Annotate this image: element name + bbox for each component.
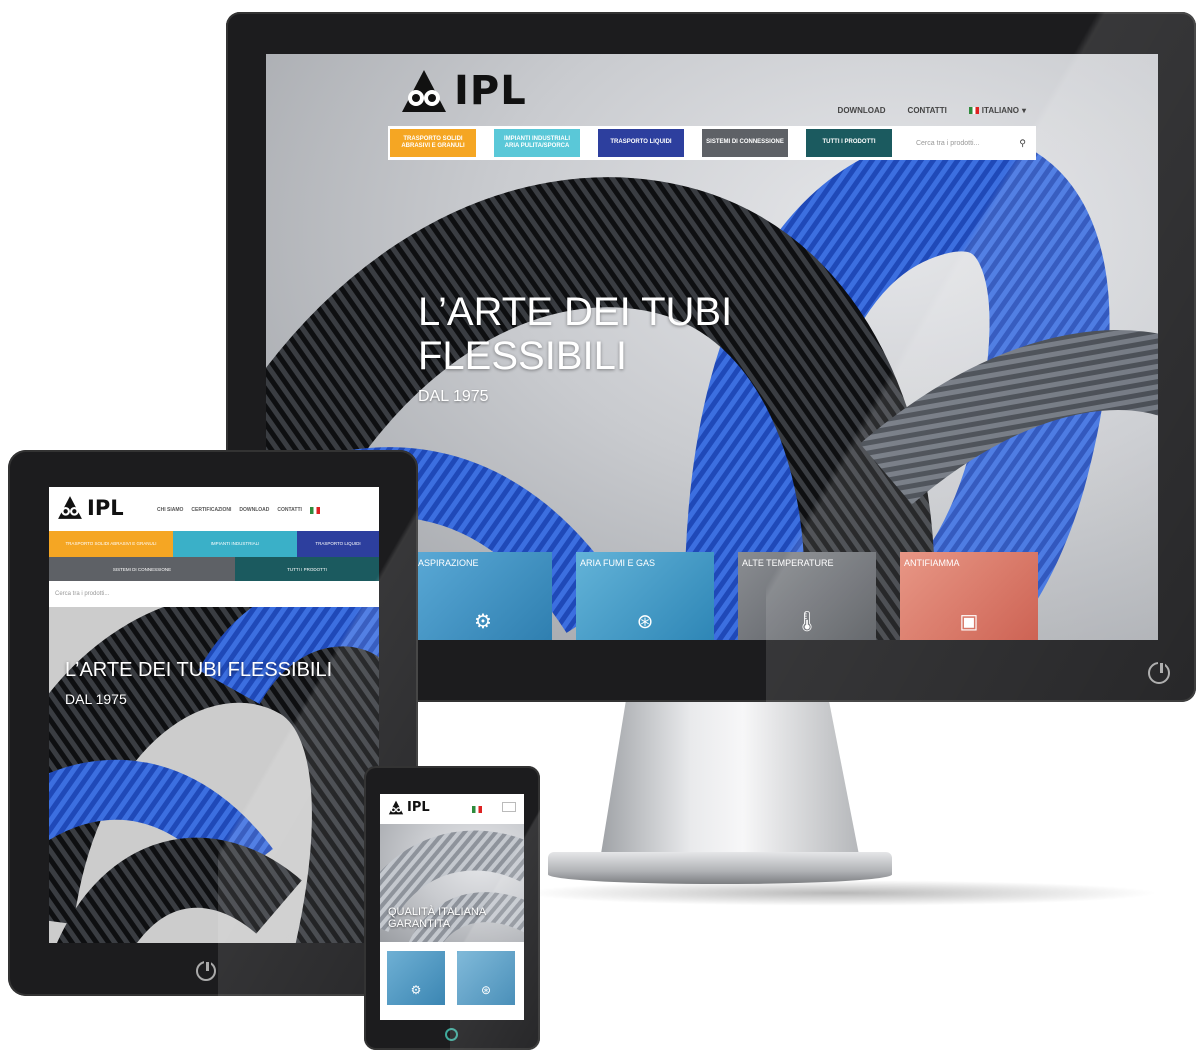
tile-alte-temperature[interactable]: ALTE TEMPERATURE 🌡 bbox=[738, 552, 876, 640]
monitor-stand-neck bbox=[600, 700, 860, 860]
search-input[interactable]: Cerca tra i prodotti... bbox=[49, 581, 379, 607]
chevron-down-icon: ▾ bbox=[1021, 106, 1026, 115]
category-liquidi[interactable]: TRASPORTO LIQUIDI bbox=[598, 129, 684, 157]
device-mockup-scene: IPL DOWNLOAD CONTATTI ITALIANO ▾ TRASPOR… bbox=[0, 0, 1196, 1051]
nav-item-certificazioni[interactable]: CERTIFICAZIONI bbox=[191, 507, 231, 514]
tablet-screen: IPL CHI SIAMO CERTIFICAZIONI DOWNLOAD CO… bbox=[49, 487, 379, 943]
tablet-category-row-2: SISTEMI DI CONNESSIONE TUTTI I PRODOTTI bbox=[49, 557, 379, 581]
desktop-top-nav: DOWNLOAD CONTATTI ITALIANO ▾ bbox=[838, 106, 1026, 115]
ventilator-icon: ⊛ bbox=[480, 983, 492, 997]
hero-title: L’ARTE DEI TUBI FLESSIBILI bbox=[65, 659, 333, 681]
italy-flag-icon bbox=[968, 107, 979, 114]
category-tutti[interactable]: TUTTI I PRODOTTI bbox=[806, 129, 892, 157]
brand-name: IPL bbox=[454, 68, 527, 114]
fan-icon: ⚙ bbox=[410, 983, 422, 997]
tablet-top-nav: CHI SIAMO CERTIFICAZIONI DOWNLOAD CONTAT… bbox=[157, 507, 320, 514]
hero-title-line-1: QUALITÀ ITALIANA bbox=[388, 906, 487, 918]
monitor-stand-base bbox=[548, 852, 892, 884]
nav-item-download[interactable]: DOWNLOAD bbox=[838, 106, 886, 115]
phone-home-button-icon bbox=[445, 1028, 458, 1041]
monitor-power-icon bbox=[1148, 661, 1170, 684]
tile-label: ANTIFIAMMA bbox=[904, 558, 960, 568]
language-label: ITALIANO bbox=[981, 106, 1019, 115]
ventilator-icon: ⊛ bbox=[636, 611, 654, 633]
hero-subtitle: DAL 1975 bbox=[65, 691, 127, 707]
desktop-category-bar: TRASPORTO SOLIDI ABRASIVI E GRANULI IMPI… bbox=[388, 126, 1036, 160]
hamburger-menu-icon[interactable] bbox=[502, 802, 516, 812]
hero-title-line-2: GARANTITA bbox=[388, 918, 451, 931]
category-connessione[interactable]: SISTEMI DI CONNESSIONE bbox=[702, 129, 788, 157]
hero-subtitle: DAL 1975 bbox=[418, 388, 489, 405]
category-solidi[interactable]: TRASPORTO SOLIDI ABRASIVI E GRANULI bbox=[390, 129, 476, 157]
phone-header: IPL bbox=[380, 794, 524, 824]
phone-screen: IPL QUALITÀ ITALIANA GARANTITA ⚙ ⊛ bbox=[380, 794, 524, 1020]
thermometer-icon: 🌡 bbox=[794, 611, 820, 633]
hero-title: L’ARTE DEI TUBI FLESSIBILI bbox=[418, 290, 733, 378]
search-input[interactable]: Cerca tra i prodotti... bbox=[916, 140, 979, 147]
search-icon[interactable]: ⚲ bbox=[1019, 138, 1026, 149]
phone-device: IPL QUALITÀ ITALIANA GARANTITA ⚙ ⊛ bbox=[364, 766, 540, 1050]
tile-label: ARIA FUMI E GAS bbox=[580, 558, 656, 568]
extinguisher-icon: ▣ bbox=[959, 611, 979, 633]
tile-aria-fumi-gas[interactable]: ARIA FUMI E GAS ⊛ bbox=[576, 552, 714, 640]
tile-aspirazione[interactable]: ⚙ bbox=[384, 948, 448, 1008]
category-impianti[interactable]: IMPIANTI INDUSTRIALI bbox=[173, 531, 297, 557]
phone-hero: QUALITÀ ITALIANA GARANTITA bbox=[380, 824, 524, 942]
tile-antifiamma[interactable]: ANTIFIAMMA ▣ bbox=[900, 552, 1038, 640]
ipl-logo-mark-icon bbox=[58, 496, 82, 519]
nav-item-download[interactable]: DOWNLOAD bbox=[239, 507, 269, 514]
tablet-device: IPL CHI SIAMO CERTIFICAZIONI DOWNLOAD CO… bbox=[8, 450, 418, 996]
ipl-logo-mark-icon bbox=[402, 70, 446, 112]
brand-name: IPL bbox=[87, 495, 124, 520]
desktop-feature-tiles: ASPIRAZIONE ⚙ ARIA FUMI E GAS ⊛ ALTE TEM… bbox=[414, 552, 1038, 640]
tablet-home-button-icon bbox=[196, 960, 216, 981]
phone-feature-tiles: ⚙ ⊛ bbox=[384, 948, 518, 1008]
tablet-category-row-1: TRASPORTO SOLIDI ABRASIVI E GRANULI IMPI… bbox=[49, 531, 379, 557]
nav-item-contatti[interactable]: CONTATTI bbox=[908, 106, 947, 115]
brand-logo[interactable]: IPL bbox=[57, 495, 124, 520]
category-tutti[interactable]: TUTTI I PRODOTTI bbox=[235, 557, 379, 581]
tile-label: ASPIRAZIONE bbox=[418, 558, 479, 568]
tile-label: ALTE TEMPERATURE bbox=[742, 558, 834, 568]
language-selector[interactable]: ITALIANO ▾ bbox=[968, 106, 1026, 115]
brand-name: IPL bbox=[407, 800, 430, 815]
tablet-header: IPL CHI SIAMO CERTIFICAZIONI DOWNLOAD CO… bbox=[49, 487, 379, 531]
tile-aspirazione[interactable]: ASPIRAZIONE ⚙ bbox=[414, 552, 552, 640]
category-liquidi[interactable]: TRASPORTO LIQUIDI bbox=[297, 531, 379, 557]
desktop-search[interactable]: Cerca tra i prodotti... ⚲ bbox=[916, 138, 1034, 149]
hero-title: QUALITÀ ITALIANA GARANTITA bbox=[388, 906, 486, 930]
brand-logo[interactable]: IPL bbox=[388, 800, 430, 815]
italy-flag-icon[interactable] bbox=[472, 806, 482, 813]
category-impianti[interactable]: IMPIANTI INDUSTRIALI ARIA PULITA/SPORCA bbox=[494, 129, 580, 157]
stand-shadow bbox=[520, 880, 1160, 906]
italy-flag-icon[interactable] bbox=[309, 507, 320, 514]
ipl-logo-mark-icon bbox=[388, 800, 404, 815]
tile-aria-fumi-gas[interactable]: ⊛ bbox=[454, 948, 518, 1008]
fan-icon: ⚙ bbox=[474, 611, 492, 633]
category-connessione[interactable]: SISTEMI DI CONNESSIONE bbox=[49, 557, 235, 581]
category-solidi[interactable]: TRASPORTO SOLIDI ABRASIVI E GRANULI bbox=[49, 531, 173, 557]
nav-item-contatti[interactable]: CONTATTI bbox=[277, 507, 302, 514]
nav-item-chi-siamo[interactable]: CHI SIAMO bbox=[157, 507, 183, 514]
brand-logo[interactable]: IPL bbox=[400, 68, 527, 114]
